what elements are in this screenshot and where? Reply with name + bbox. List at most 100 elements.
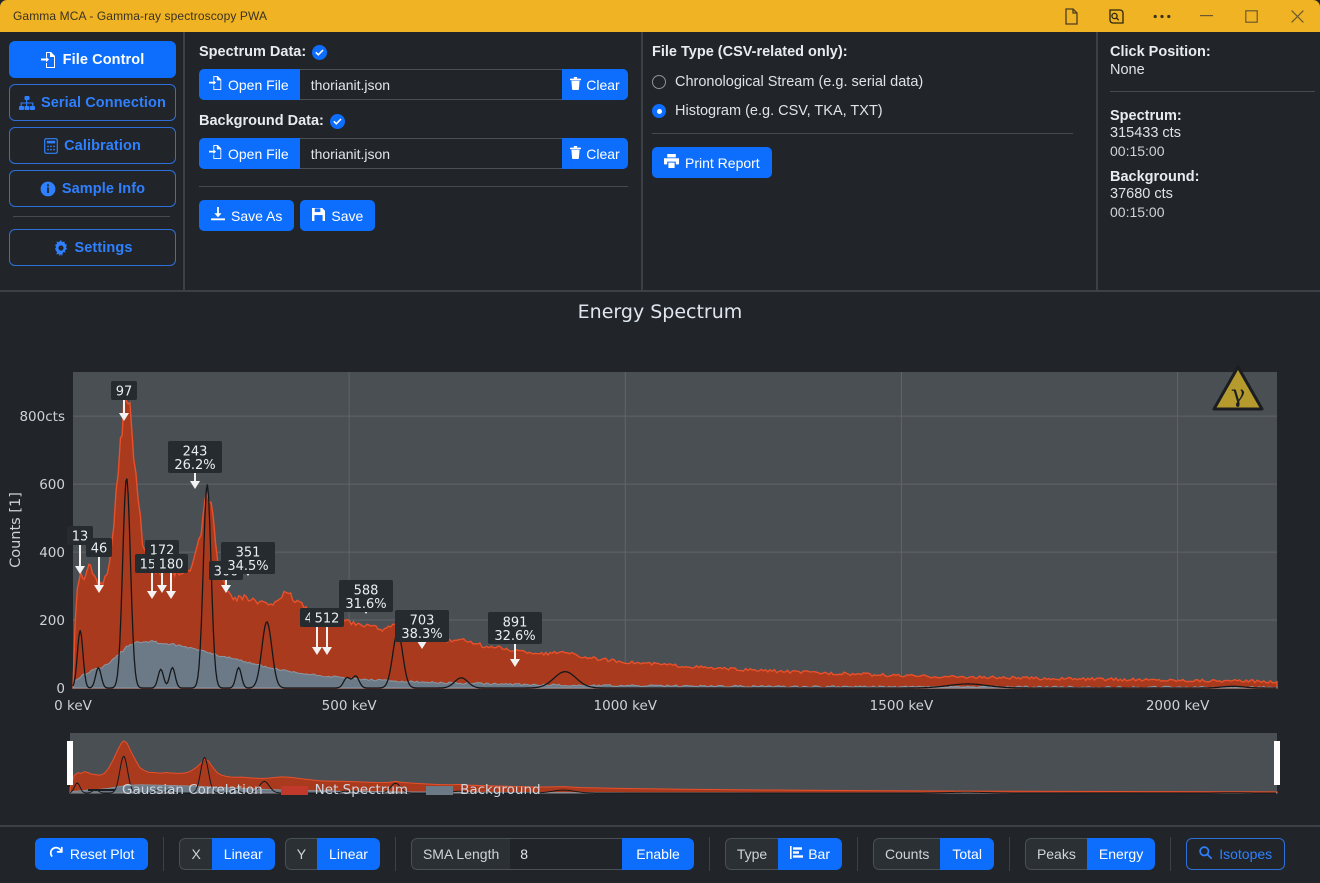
y-scale-label: Y — [284, 838, 318, 870]
svg-text:200: 200 — [39, 613, 65, 629]
file-type-title: File Type (CSV-related only): — [652, 44, 848, 60]
sidebar-item-sample-info[interactable]: Sample Info — [9, 170, 176, 207]
y-scale-toggle[interactable]: Y Linear — [284, 838, 380, 870]
sidebar-divider — [13, 216, 170, 217]
sma-group: SMA Length 8 Enable — [396, 837, 710, 871]
svg-text:13: 13 — [72, 530, 89, 545]
file-type-option-label: Histogram (e.g. CSV, TKA, TXT) — [675, 103, 883, 119]
peaks-toggle[interactable]: Peaks Energy — [1024, 838, 1156, 870]
sma-enable-button[interactable]: Enable — [622, 838, 694, 870]
click-position-value: None — [1110, 62, 1145, 78]
svg-text:32.6%: 32.6% — [494, 629, 535, 644]
file-type-option-label: Chronological Stream (e.g. serial data) — [675, 74, 924, 90]
legend-swatch-background — [426, 785, 454, 795]
chart-legend: Gaussian Correlation Net Spectrum Backgr… — [88, 782, 551, 798]
file-control-panel: Spectrum Data: Open File thorianit.json … — [185, 32, 643, 290]
info-divider — [1110, 91, 1315, 92]
background-filename-field[interactable]: thorianit.json — [299, 138, 562, 169]
counts-group: Counts Total — [858, 837, 1010, 871]
reset-plot-button[interactable]: Reset Plot — [34, 838, 149, 870]
spectrum-clear-button[interactable]: Clear — [562, 69, 628, 100]
background-data-label: Background Data: — [199, 113, 625, 129]
legend-item-gaussian[interactable]: Gaussian Correlation — [88, 782, 263, 798]
file-type-option-chronological[interactable]: Chronological Stream (e.g. serial data) — [652, 74, 1080, 90]
y-scale-value[interactable]: Linear — [317, 838, 380, 870]
file-type-option-histogram[interactable]: Histogram (e.g. CSV, TKA, TXT) — [652, 103, 1080, 119]
background-clear-button[interactable]: Clear — [562, 138, 628, 169]
spectrum-loaded-check-icon — [312, 44, 328, 60]
legend-label: Background — [460, 782, 541, 798]
window-title-bar: Gamma MCA - Gamma-ray spectroscopy PWA — [0, 0, 1320, 32]
background-loaded-check-icon — [329, 113, 345, 129]
sidebar-nav: File Control Serial Connection Calibrati… — [0, 32, 185, 290]
spectrum-filename-field[interactable]: thorianit.json — [299, 69, 562, 100]
sidebar-item-label: Calibration — [64, 137, 141, 154]
minimize-icon[interactable] — [1184, 0, 1229, 32]
sidebar-item-label: Settings — [74, 239, 133, 256]
reset-group: Reset Plot — [20, 837, 165, 871]
plot-type-toggle[interactable]: Type Bar — [724, 838, 842, 870]
find-in-page-icon[interactable] — [1094, 0, 1139, 32]
sidebar-item-label: Sample Info — [61, 180, 146, 197]
background-file-row: Open File thorianit.json Clear — [199, 138, 628, 169]
svg-text:1500 keV: 1500 keV — [870, 698, 934, 714]
svg-text:38.3%: 38.3% — [401, 627, 442, 642]
print-report-button[interactable]: Print Report — [652, 147, 772, 178]
file-type-divider — [652, 133, 1073, 134]
chart-plot-area[interactable]: γ 0 200 400 600 800cts 0 keV 500 keV 1000 keV 150… — [0, 323, 1320, 823]
close-icon[interactable] — [1274, 0, 1320, 32]
maximize-icon[interactable] — [1229, 0, 1274, 32]
spectrum-stats-label: Spectrum: — [1110, 108, 1182, 124]
svg-text:97: 97 — [116, 385, 133, 400]
file-type-panel: File Type (CSV-related only): Chronologi… — [643, 32, 1098, 290]
counts-toggle[interactable]: Counts Total — [873, 838, 994, 870]
peaks-value[interactable]: Energy — [1086, 838, 1156, 870]
spectrum-data-label: Spectrum Data: — [199, 44, 625, 60]
file-import-icon — [40, 51, 57, 68]
new-file-icon[interactable] — [1049, 0, 1094, 32]
isotopes-button[interactable]: Isotopes — [1186, 838, 1286, 870]
trash-icon — [570, 76, 582, 93]
file-panel-divider — [199, 186, 628, 187]
background-time-value: 00:15:00 — [1110, 204, 1165, 220]
x-scale-toggle[interactable]: X Linear — [179, 838, 275, 870]
background-open-file-button[interactable]: Open File — [199, 138, 300, 169]
sidebar-item-settings[interactable]: Settings — [9, 229, 176, 266]
sidebar-item-serial-connection[interactable]: Serial Connection — [9, 84, 176, 121]
spectrum-chart: Energy Spectrum γ 0 200 400 600 800cts 0 keV 50… — [0, 292, 1320, 825]
trash-icon — [570, 145, 582, 162]
window-controls — [1049, 0, 1320, 32]
type-group: Type Bar — [710, 837, 858, 871]
sidebar-item-calibration[interactable]: Calibration — [9, 127, 176, 164]
file-import-icon — [208, 145, 223, 162]
chart-title: Energy Spectrum — [577, 301, 743, 323]
svg-text:26.2%: 26.2% — [174, 458, 215, 473]
svg-text:Counts [1]: Counts [1] — [8, 492, 24, 568]
window-title: Gamma MCA - Gamma-ray spectroscopy PWA — [13, 9, 268, 23]
counts-value[interactable]: Total — [940, 838, 994, 870]
x-scale-value[interactable]: Linear — [211, 838, 275, 870]
sma-length-input[interactable]: 8 — [510, 838, 623, 870]
spectrum-counts-value: 315433 cts — [1110, 125, 1181, 141]
legend-label: Gaussian Correlation — [122, 782, 263, 798]
range-handle-left — [67, 741, 73, 785]
legend-label: Net Spectrum — [314, 782, 409, 798]
save-button[interactable]: Save — [300, 200, 376, 231]
file-import-icon — [208, 76, 223, 93]
sma-control: SMA Length 8 Enable — [410, 838, 694, 870]
save-as-button[interactable]: Save As — [199, 200, 295, 231]
svg-text:0: 0 — [56, 681, 65, 697]
plot-type-label: Type — [724, 838, 779, 870]
plot-type-value[interactable]: Bar — [778, 838, 842, 870]
save-buttons-group: Save As Save — [199, 200, 625, 231]
legend-item-net-spectrum[interactable]: Net Spectrum — [280, 782, 409, 798]
svg-text:800cts: 800cts — [19, 409, 65, 425]
spectrum-open-file-button[interactable]: Open File — [199, 69, 300, 100]
calculator-icon — [44, 137, 58, 154]
svg-text:31.6%: 31.6% — [345, 597, 386, 612]
radio-unselected-icon — [652, 75, 666, 89]
range-handle-right — [1274, 741, 1280, 785]
more-options-icon[interactable] — [1139, 0, 1184, 32]
sidebar-item-file-control[interactable]: File Control — [9, 41, 176, 78]
legend-item-background[interactable]: Background — [426, 782, 541, 798]
